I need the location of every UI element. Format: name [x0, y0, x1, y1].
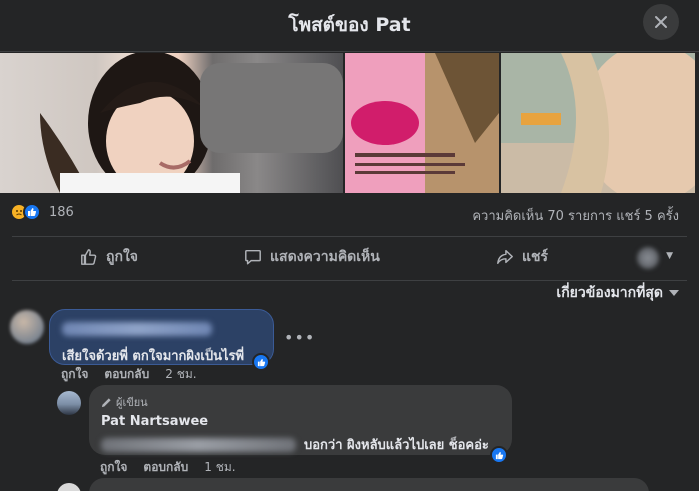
more-options-icon[interactable]: ••• [284, 328, 315, 347]
comment-like-icon[interactable] [490, 446, 508, 464]
comment-timestamp[interactable]: 2 ชม. [165, 365, 196, 384]
dialog-header: โพสต์ของ Pat [0, 0, 699, 52]
commenter-name[interactable]: Pat Nartsawee [101, 414, 500, 429]
like-label: ถูกใจ [106, 249, 138, 265]
comment-button[interactable]: แสดงความคิดเห็น [244, 246, 380, 268]
comment-meta: ถูกใจ ตอบกลับ 2 ชม. [61, 365, 197, 384]
comment-bubble [89, 478, 649, 491]
avatar[interactable] [57, 483, 81, 491]
action-bar: ถูกใจ แสดงความคิดเห็น แชร์ ▼ [12, 238, 687, 278]
divider [12, 236, 687, 237]
comment-icon [245, 249, 261, 265]
commenter-name-redacted[interactable] [62, 322, 212, 336]
post-photo[interactable] [0, 53, 343, 193]
post-photo[interactable] [501, 53, 695, 193]
close-button[interactable] [643, 4, 679, 40]
comment-text: บอกว่า ผิงหลับแล้วไปเลย ช็อคอ่ะ [304, 438, 489, 453]
comment-meta: ถูกใจ ตอบกลับ 1 ชม. [100, 458, 236, 477]
author-badge: ผู้เขียน [101, 393, 500, 411]
chevron-down-icon[interactable]: ▼ [666, 251, 673, 261]
close-icon [655, 16, 667, 28]
tagged-name-redacted[interactable] [101, 437, 296, 452]
comments-shares-count[interactable]: ความคิดเห็น 70 รายการ แชร์ 5 ครั้ง [472, 205, 679, 226]
comment-like-icon[interactable] [252, 353, 270, 371]
share-icon [497, 249, 513, 265]
post-title: โพสต์ของ Pat [288, 14, 411, 36]
comment-bubble: เสียใจด้วยพี่ ตกใจมากผิงเป็นไรพี่ [49, 309, 274, 365]
share-as-avatar[interactable] [637, 247, 659, 269]
comment-like-link[interactable]: ถูกใจ [61, 365, 88, 384]
reaction-stats: 186 ความคิดเห็น 70 รายการ แชร์ 5 ครั้ง [10, 203, 679, 229]
comment-timestamp[interactable]: 1 ชม. [204, 458, 235, 477]
sort-label: เกี่ยวข้องมากที่สุด [556, 285, 663, 301]
comment-text: เสียใจด้วยพี่ ตกใจมากผิงเป็นไรพี่ [62, 349, 245, 364]
post-photo[interactable] [345, 53, 499, 193]
caret-down-icon [669, 290, 679, 296]
like-reaction-icon [23, 203, 41, 221]
thumbs-up-icon [81, 249, 97, 265]
pencil-icon [101, 397, 111, 407]
share-label: แชร์ [522, 249, 549, 265]
comment-label: แสดงความคิดเห็น [270, 249, 380, 265]
comment-body: บอกว่า ผิงหลับแล้วไปเลย ช็อคอ่ะ [101, 434, 500, 455]
avatar[interactable] [57, 391, 81, 415]
like-button[interactable]: ถูกใจ [80, 246, 138, 268]
author-badge-label: ผู้เขียน [116, 396, 148, 409]
comment-like-link[interactable]: ถูกใจ [100, 458, 127, 477]
comment-reply-link[interactable]: ตอบกลับ [104, 365, 149, 384]
share-button[interactable]: แชร์ [496, 246, 548, 268]
divider [12, 280, 687, 281]
reaction-summary[interactable]: 186 [10, 203, 74, 221]
comment-bubble: ผู้เขียน Pat Nartsawee บอกว่า ผิงหลับแล้… [89, 385, 512, 455]
comment-sort-dropdown[interactable]: เกี่ยวข้องมากที่สุด [556, 282, 679, 304]
comment-reply-link[interactable]: ตอบกลับ [143, 458, 188, 477]
photo-strip [0, 53, 699, 193]
reaction-count: 186 [49, 204, 74, 220]
avatar[interactable] [10, 310, 44, 344]
